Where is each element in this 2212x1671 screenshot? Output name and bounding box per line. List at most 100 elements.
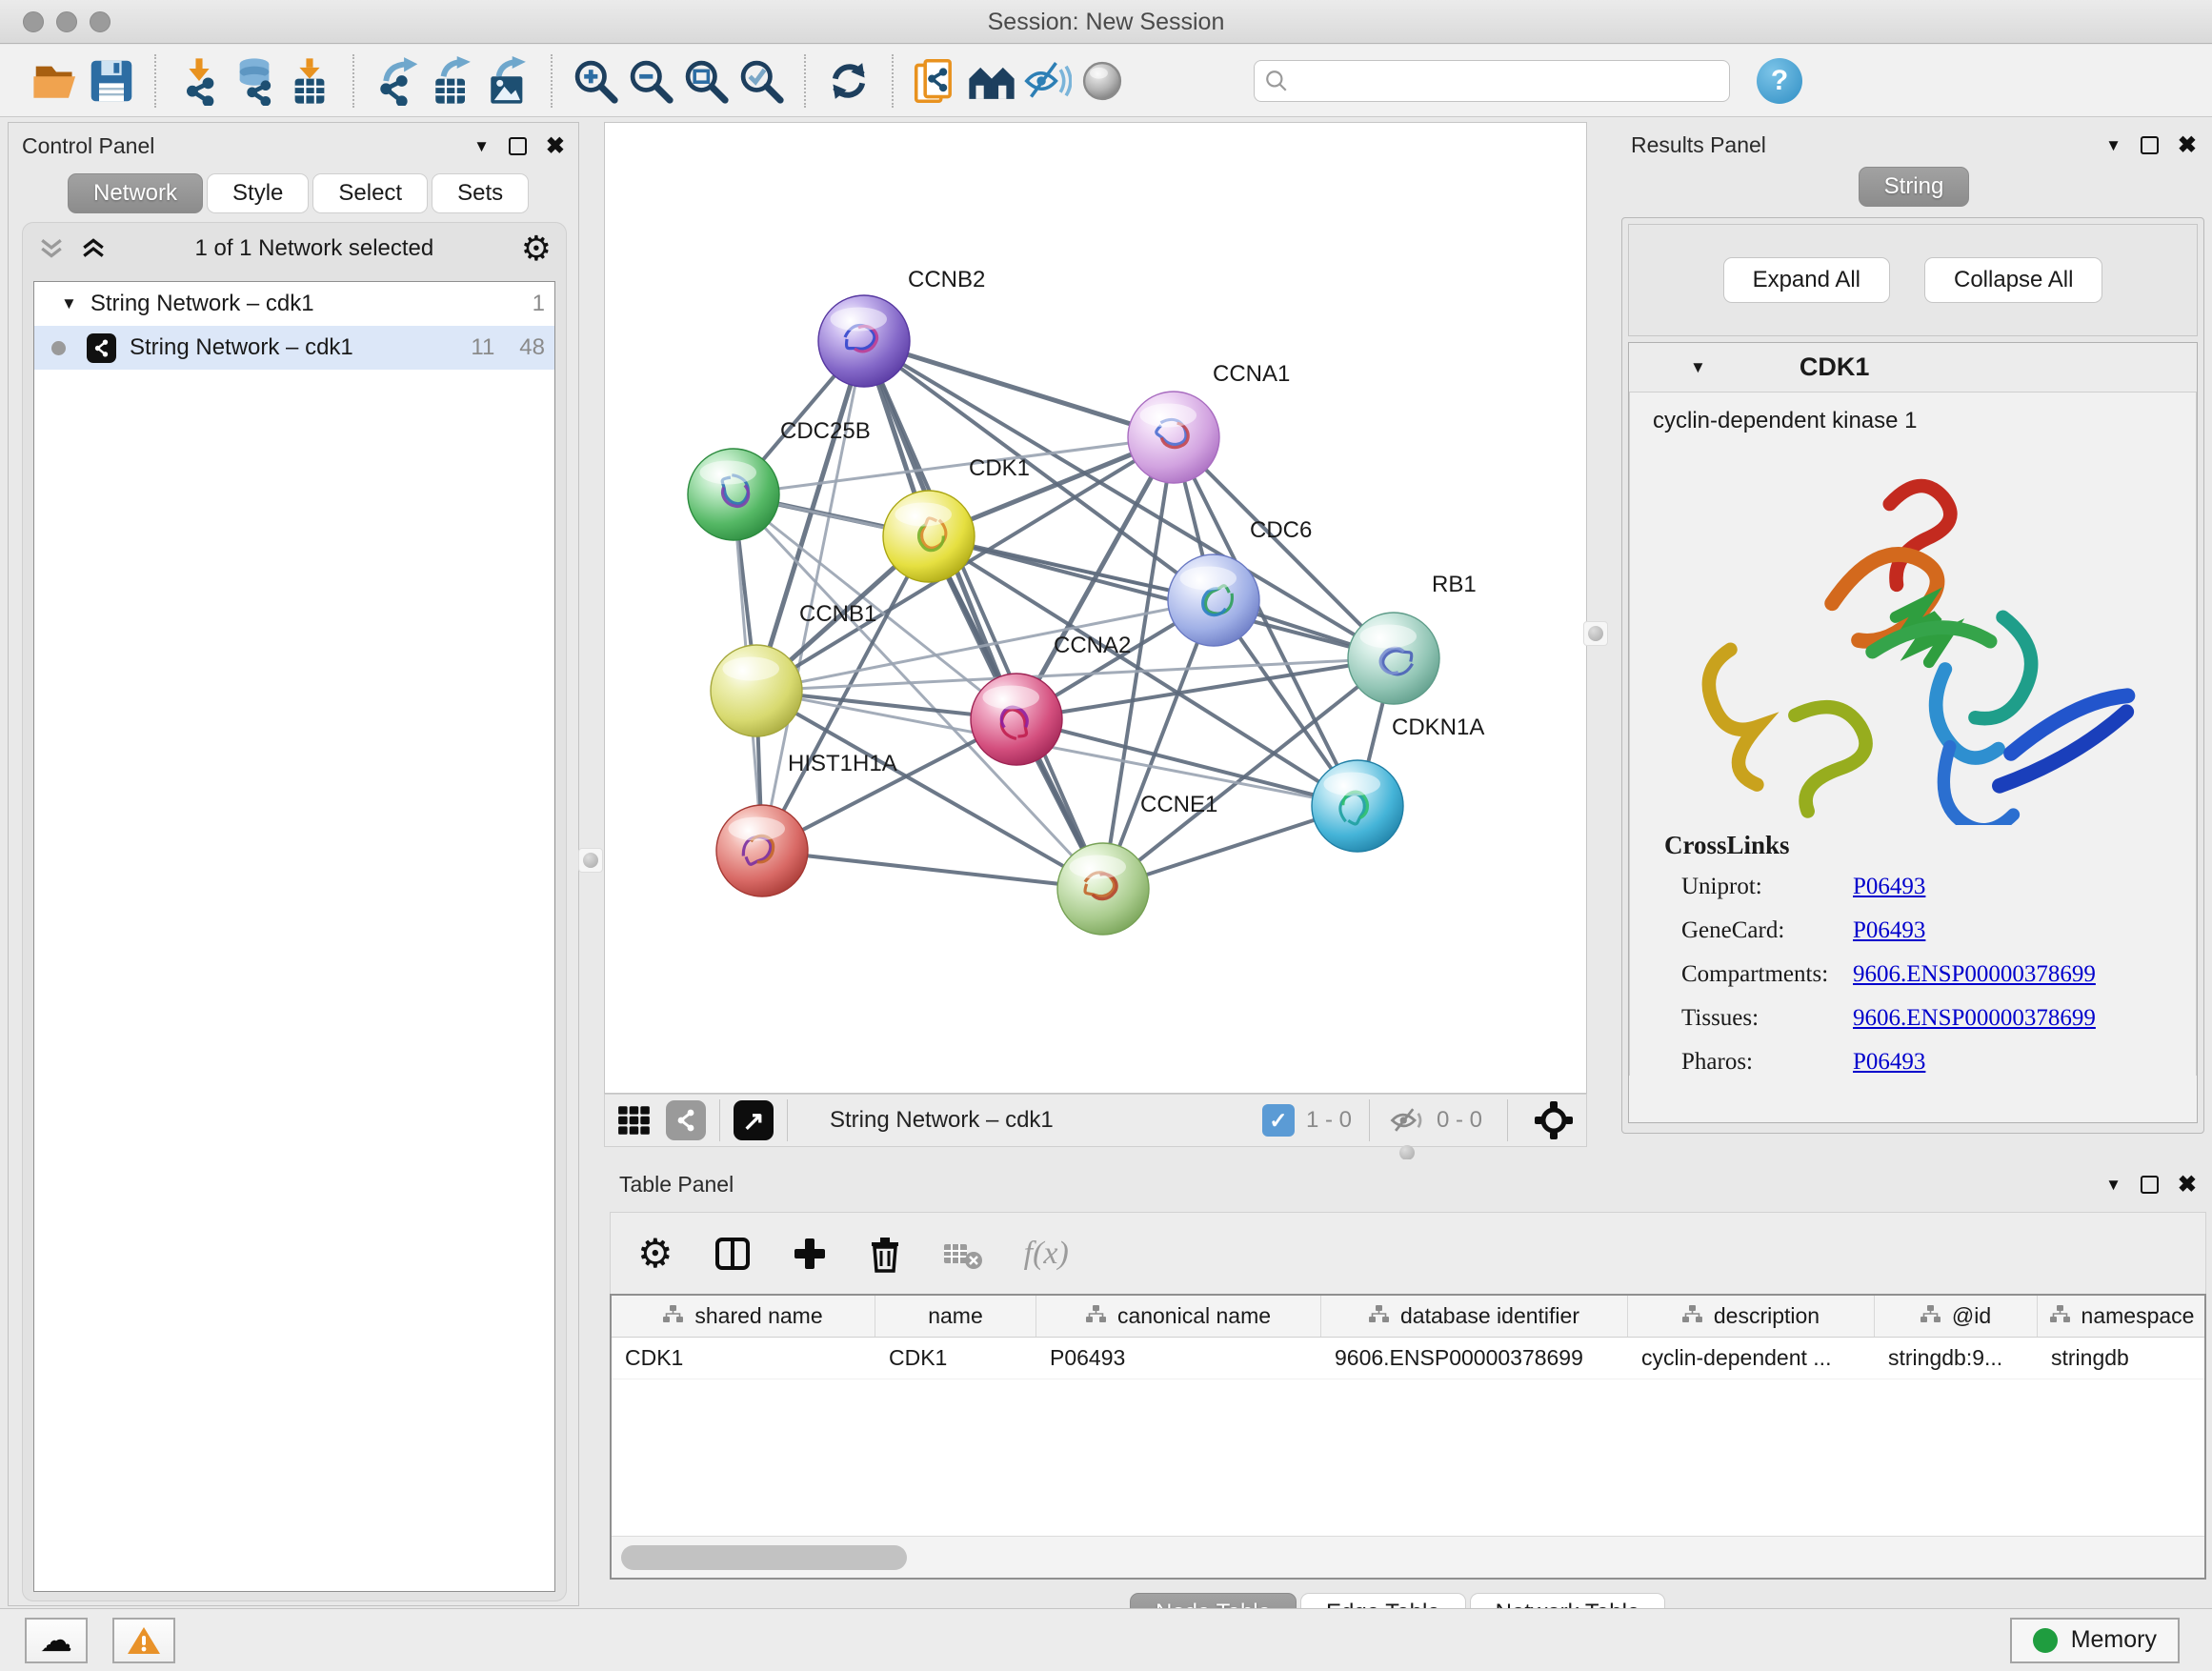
network-view-icon[interactable] xyxy=(666,1100,706,1140)
export-image-icon[interactable] xyxy=(480,53,535,109)
network-options-gear-icon[interactable]: ⚙ xyxy=(521,232,552,266)
crosslink-link[interactable]: P06493 xyxy=(1853,917,1925,944)
column-header-canonical-name[interactable]: canonical name xyxy=(1036,1296,1321,1337)
column-header-namespace[interactable]: namespace xyxy=(2038,1296,2206,1337)
export-table-icon[interactable] xyxy=(425,53,480,109)
save-session-icon[interactable] xyxy=(84,53,139,109)
network-node-RB1[interactable]: RB1 xyxy=(1348,572,1477,704)
search-input[interactable] xyxy=(1289,69,1719,93)
column-header--id[interactable]: @id xyxy=(1875,1296,2038,1337)
table-options-gear-icon[interactable]: ⚙ xyxy=(637,1234,674,1274)
export-network-icon[interactable] xyxy=(370,53,425,109)
protein-expand-icon[interactable]: ▼ xyxy=(1690,358,1706,377)
birds-eye-view-icon[interactable]: ↗ xyxy=(734,1100,774,1140)
expand-all-button[interactable]: Expand All xyxy=(1723,257,1890,303)
float-panel-icon[interactable] xyxy=(2141,1176,2159,1194)
network-node-CCNA1[interactable]: CCNA1 xyxy=(1128,361,1290,483)
network-canvas[interactable]: CCNB2CCNA1CDC25BCDK1CDC6RB1CCNB1CCNA2CDK… xyxy=(604,122,1587,1094)
center-view-icon[interactable] xyxy=(1533,1099,1575,1141)
crosslink-row: Uniprot:P06493 xyxy=(1664,874,2190,900)
sphere-icon[interactable] xyxy=(1075,53,1130,109)
column-header-shared-name[interactable]: shared name xyxy=(612,1296,875,1337)
crosslink-link[interactable]: P06493 xyxy=(1853,874,1925,900)
network-edge-CCNB2-CCNE1[interactable] xyxy=(864,341,1103,889)
network-row[interactable]: String Network – cdk1 11 48 xyxy=(34,326,554,370)
refresh-icon[interactable] xyxy=(821,53,876,109)
close-panel-icon[interactable]: ✖ xyxy=(2178,1171,2197,1198)
selected-checkbox-icon[interactable]: ✓ xyxy=(1262,1104,1295,1137)
network-node-CDKN1A[interactable]: CDKN1A xyxy=(1312,715,1484,852)
collection-expand-icon[interactable]: ▼ xyxy=(61,294,77,313)
import-table-icon[interactable] xyxy=(282,53,337,109)
control-panel-title: Control Panel xyxy=(22,133,154,159)
node-table: shared name name canonical namedatabase id… xyxy=(610,1294,2206,1580)
scrollbar-thumb[interactable] xyxy=(621,1545,907,1570)
network-collection-row[interactable]: ▼ String Network – cdk1 1 xyxy=(34,282,554,326)
close-panel-icon[interactable]: ✖ xyxy=(2178,131,2197,159)
memory-status-icon xyxy=(2033,1628,2058,1653)
network-overview-icon[interactable] xyxy=(964,53,1019,109)
search-field[interactable] xyxy=(1254,60,1730,102)
column-label: name xyxy=(928,1303,983,1329)
open-session-icon[interactable] xyxy=(29,53,84,109)
warnings-button[interactable] xyxy=(112,1618,175,1663)
memory-button[interactable]: Memory xyxy=(2010,1618,2180,1663)
crosslink-link[interactable]: 9606.ENSP00000378699 xyxy=(1853,961,2096,988)
float-panel-icon[interactable] xyxy=(2141,136,2159,154)
tab-sets[interactable]: Sets xyxy=(432,173,529,213)
hide-unhide-icon[interactable] xyxy=(1019,53,1075,109)
horizontal-scrollbar[interactable] xyxy=(612,1536,2204,1578)
tab-network[interactable]: Network xyxy=(68,173,203,213)
crosslink-link[interactable]: P06493 xyxy=(1853,1049,1925,1076)
zoom-selected-icon[interactable] xyxy=(734,53,789,109)
help-icon[interactable]: ? xyxy=(1757,58,1802,104)
tab-string[interactable]: String xyxy=(1859,167,1970,207)
column-header-description[interactable]: description xyxy=(1628,1296,1875,1337)
network-node-label: CCNB1 xyxy=(799,601,876,627)
close-panel-icon[interactable]: ✖ xyxy=(546,132,565,160)
collapse-panel-icon[interactable]: ▼ xyxy=(2105,1176,2122,1195)
horizontal-splitter[interactable] xyxy=(604,1148,2212,1159)
right-splitter[interactable] xyxy=(1588,122,1616,1149)
collapse-all-button[interactable]: Collapse All xyxy=(1924,257,2102,303)
show-columns-icon[interactable] xyxy=(714,1235,752,1273)
network-node-CCNA2[interactable]: CCNA2 xyxy=(971,633,1131,765)
float-panel-icon[interactable] xyxy=(509,137,527,155)
import-network-icon[interactable] xyxy=(171,53,227,109)
left-splitter[interactable] xyxy=(580,122,604,1606)
table-row[interactable]: CDK1CDK1P064939606.ENSP00000378699cyclin… xyxy=(612,1338,2204,1379)
table-network-icon xyxy=(1682,1303,1702,1329)
column-header-database-identifier[interactable]: database identifier xyxy=(1321,1296,1628,1337)
expand-all-icon[interactable] xyxy=(79,236,108,261)
grid-view-icon[interactable] xyxy=(616,1102,653,1138)
results-panel-title: Results Panel xyxy=(1631,132,1766,158)
network-edge-CCNB2-CCNA1[interactable] xyxy=(864,341,1174,437)
network-graph[interactable]: CCNB2CCNA1CDC25BCDK1CDC6RB1CCNB1CCNA2CDK… xyxy=(605,123,1586,1093)
column-label: @id xyxy=(1952,1303,1991,1329)
network-node-CDK1[interactable]: CDK1 xyxy=(883,455,1030,582)
delete-column-icon[interactable] xyxy=(868,1235,902,1273)
crosslink-link[interactable]: 9606.ENSP00000378699 xyxy=(1853,1005,2096,1032)
network-from-file-icon[interactable] xyxy=(909,53,964,109)
protein-card-header[interactable]: ▼ CDK1 xyxy=(1629,343,2197,393)
crosslink-label: Uniprot: xyxy=(1681,874,1853,900)
import-database-icon[interactable] xyxy=(227,53,282,109)
warning-icon xyxy=(127,1625,161,1656)
zoom-out-icon[interactable] xyxy=(623,53,678,109)
network-node-CCNB1[interactable]: CCNB1 xyxy=(711,601,876,736)
tab-select[interactable]: Select xyxy=(312,173,428,213)
column-header-name[interactable]: name xyxy=(875,1296,1036,1337)
network-node-CCNE1[interactable]: CCNE1 xyxy=(1057,792,1217,935)
table-panel-title: Table Panel xyxy=(619,1172,734,1198)
collapse-all-icon[interactable] xyxy=(37,236,66,261)
zoom-fit-icon[interactable] xyxy=(678,53,734,109)
zoom-in-icon[interactable] xyxy=(568,53,623,109)
collapse-panel-icon[interactable]: ▼ xyxy=(2105,136,2122,155)
add-column-icon[interactable] xyxy=(792,1236,828,1272)
cloud-button[interactable]: ☁ xyxy=(25,1618,88,1663)
collapse-panel-icon[interactable]: ▼ xyxy=(473,137,490,156)
network-edge-HIST1H1A-CCNE1[interactable] xyxy=(762,851,1103,889)
tab-style[interactable]: Style xyxy=(207,173,309,213)
network-edge-CDK1-RB1[interactable] xyxy=(929,536,1394,658)
network-node-HIST1H1A[interactable]: HIST1H1A xyxy=(716,751,897,896)
